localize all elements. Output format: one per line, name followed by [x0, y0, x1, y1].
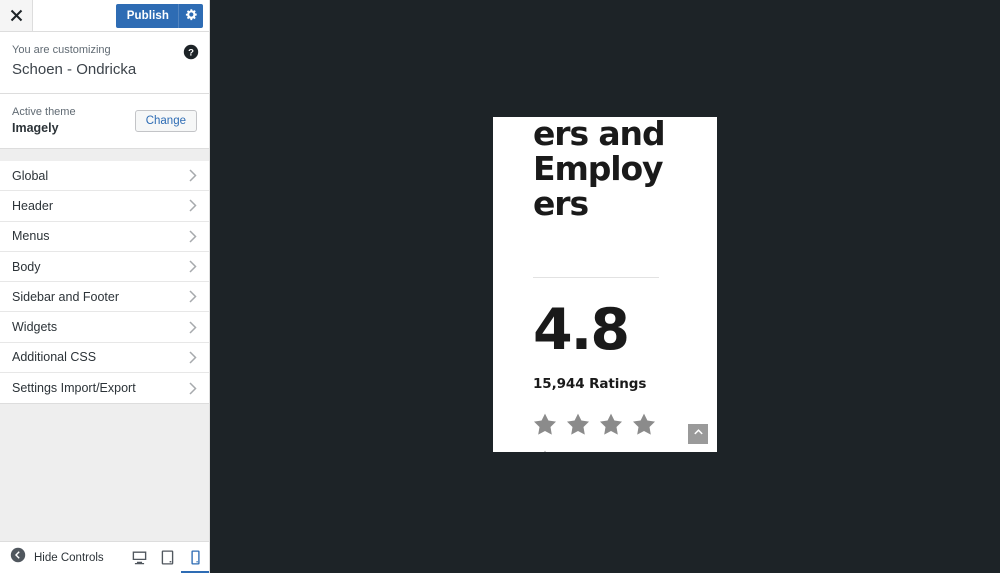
device-preview-mobile-button[interactable] — [181, 542, 209, 573]
sidebar-item-additional-css[interactable]: Additional CSS — [0, 342, 209, 374]
customizing-eyebrow: You are customizing — [12, 44, 111, 56]
active-theme-panel: Active theme Imagely Change — [0, 94, 209, 149]
hide-controls-label: Hide Controls — [34, 551, 104, 564]
sidebar-item-label: Widgets — [12, 320, 58, 335]
customizer-header-bar: Publish — [0, 0, 209, 32]
chevron-right-icon — [189, 351, 197, 364]
scroll-to-top-button[interactable] — [688, 424, 708, 444]
chevron-right-icon — [189, 321, 197, 334]
header-spacer — [33, 0, 116, 31]
publish-settings-button[interactable] — [178, 3, 203, 28]
collapse-left-icon — [10, 547, 26, 568]
sidebar-item-label: Sidebar and Footer — [12, 289, 120, 304]
device-preview-tablet-button[interactable] — [153, 542, 181, 573]
content-divider — [533, 277, 659, 278]
device-preview-desktop-button[interactable] — [125, 542, 153, 573]
sidebar-item-label: Global — [12, 168, 49, 183]
mobile-preview-frame[interactable]: ers and Employers 4.8 15,944 Ratings — [493, 117, 717, 452]
sidebar-item-body[interactable]: Body — [0, 251, 209, 283]
active-theme-name: Imagely — [12, 121, 59, 135]
device-preview-switcher — [125, 542, 209, 573]
star-icon — [566, 412, 590, 441]
publish-group: Publish — [115, 3, 203, 28]
sidebar-item-label: Additional CSS — [12, 350, 97, 365]
customizer-sidebar: Publish You are customizing Schoen - Ond… — [0, 0, 210, 573]
chevron-right-icon — [189, 260, 197, 273]
active-theme-label: Active theme — [12, 106, 76, 118]
desktop-icon — [131, 549, 148, 566]
customizer-section-list: Global Header Menus Body Sidebar and Foo… — [0, 161, 209, 405]
sidebar-item-widgets[interactable]: Widgets — [0, 312, 209, 343]
sidebar-item-label: Body — [12, 259, 41, 274]
help-circle-icon[interactable]: ? — [183, 44, 199, 60]
sidebar-item-label: Header — [12, 198, 53, 213]
sidebar-item-settings-import-export[interactable]: Settings Import/Export — [0, 373, 209, 404]
close-customizer-button[interactable] — [0, 0, 33, 31]
chevron-right-icon — [189, 290, 197, 303]
site-preview-heading: ers and Employers — [533, 117, 666, 223]
sidebar-item-header[interactable]: Header — [0, 191, 209, 222]
gear-icon — [185, 8, 198, 24]
star-icon — [632, 412, 656, 441]
sidebar-empty-area — [0, 404, 209, 541]
close-icon — [10, 9, 23, 22]
publish-button[interactable]: Publish — [115, 3, 178, 28]
chevron-right-icon — [189, 199, 197, 212]
mobile-icon — [187, 549, 204, 566]
sidebar-item-global[interactable]: Global — [0, 161, 209, 192]
change-theme-button[interactable]: Change — [134, 109, 197, 132]
svg-text:?: ? — [188, 48, 194, 59]
chevron-up-icon — [693, 425, 704, 443]
star-icon — [599, 412, 623, 441]
star-icon — [533, 449, 557, 452]
site-title: Schoen - Ondricka — [12, 61, 137, 78]
chevron-right-icon — [189, 382, 197, 395]
chevron-right-icon — [189, 169, 197, 182]
sidebar-item-label: Settings Import/Export — [12, 381, 136, 396]
site-preview-area: ers and Employers 4.8 15,944 Ratings — [211, 0, 1000, 573]
hide-controls-button[interactable]: Hide Controls — [0, 542, 125, 573]
previewed-site-content: ers and Employers 4.8 15,944 Ratings — [493, 117, 717, 452]
sidebar-item-sidebar-and-footer[interactable]: Sidebar and Footer — [0, 282, 209, 313]
customizer-footer-bar: Hide Controls — [0, 541, 209, 573]
chevron-right-icon — [189, 230, 197, 243]
sidebar-gap — [0, 149, 209, 161]
tablet-icon — [159, 549, 176, 566]
sidebar-item-menus[interactable]: Menus — [0, 221, 209, 252]
sidebar-item-label: Menus — [12, 229, 50, 244]
active-theme-text: Active theme Imagely — [12, 105, 135, 136]
customizer-app: Publish You are customizing Schoen - Ond… — [0, 0, 1000, 573]
star-rating — [533, 412, 681, 452]
customizing-panel: You are customizing Schoen - Ondricka ? — [0, 32, 209, 94]
star-icon — [533, 412, 557, 441]
rating-count: 15,944 Ratings — [533, 376, 647, 392]
rating-score: 4.8 — [533, 297, 630, 363]
